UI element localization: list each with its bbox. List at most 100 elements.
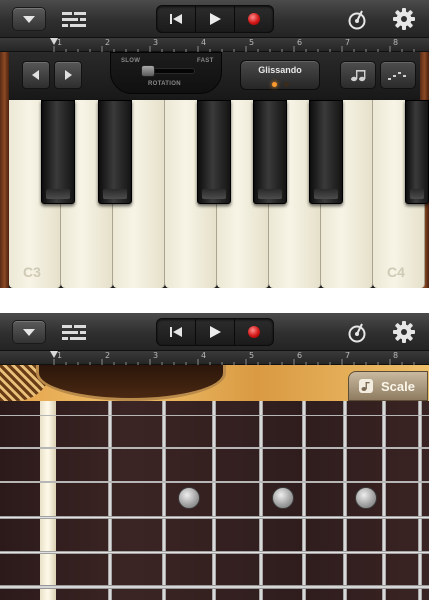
fret (418, 401, 422, 600)
fret-inlay-7 (355, 487, 377, 509)
guitar-string-1[interactable] (0, 415, 429, 416)
tracks-view-button[interactable] (60, 321, 88, 343)
glissando-label: Glissando (258, 65, 302, 75)
settings-button[interactable] (392, 320, 416, 344)
ruler-mark: 2 (105, 351, 111, 360)
fret (162, 401, 166, 600)
rotation-switch[interactable] (141, 65, 155, 77)
glissando-led-off (284, 82, 289, 87)
keyboard-controls: SLOW FAST ROTATION Glissando (0, 52, 429, 100)
ruler-ticks (50, 38, 415, 52)
rotation-speed-control: SLOW FAST ROTATION (110, 52, 222, 94)
tracks-view-button[interactable] (60, 8, 88, 30)
eighth-note-icon (351, 70, 366, 82)
rotation-slow-label: SLOW (121, 58, 141, 64)
glissando-button[interactable]: Glissando (240, 60, 320, 90)
octave-up-button[interactable] (54, 61, 82, 89)
keyboard-cheek-left (0, 52, 9, 288)
transport-controls (156, 318, 274, 346)
rewind-icon (170, 327, 182, 337)
fret-inlay-5 (272, 487, 294, 509)
rewind-button[interactable] (157, 6, 196, 32)
scale-button[interactable]: Scale (348, 371, 428, 401)
guitar-string-4[interactable] (0, 516, 429, 519)
play-icon (210, 326, 221, 338)
tracks-list-icon (62, 325, 86, 340)
key-label-c4: C4 (387, 264, 405, 280)
metronome-icon (348, 10, 366, 30)
black-key-a-sharp3[interactable] (309, 100, 343, 204)
fret-inlay-3 (178, 487, 200, 509)
tracks-list-icon (62, 12, 86, 27)
black-key-g-sharp3[interactable] (253, 100, 287, 204)
rotation-label: ROTATION (148, 81, 181, 87)
metronome-button[interactable] (346, 321, 368, 343)
arpeggiator-button[interactable] (380, 61, 416, 89)
key-label-c3: C3 (23, 264, 41, 280)
fret (108, 401, 112, 600)
black-key-d-sharp3[interactable] (98, 100, 132, 204)
guitar-string-2[interactable] (0, 447, 429, 449)
record-button[interactable] (235, 6, 273, 32)
ruler-mark: 3 (153, 351, 159, 360)
ruler-mark: 7 (345, 351, 351, 360)
left-arrow-icon (32, 70, 39, 80)
guitar-string-3[interactable] (0, 481, 429, 483)
transport-controls (156, 5, 274, 33)
guitar-nut (40, 401, 56, 600)
black-key-c-sharp3[interactable] (41, 100, 75, 204)
play-button[interactable] (196, 319, 235, 345)
metronome-icon (348, 323, 366, 343)
fret (343, 401, 347, 600)
octave-down-button[interactable] (22, 61, 50, 89)
gear-icon (393, 8, 415, 30)
record-icon (248, 326, 260, 338)
scale-label: Scale (381, 378, 415, 394)
play-icon (210, 13, 221, 25)
gear-icon (393, 321, 415, 343)
ruler-mark: 3 (153, 38, 159, 47)
rewind-button[interactable] (157, 319, 196, 345)
down-triangle-icon (23, 328, 35, 336)
menu-button[interactable] (12, 7, 46, 31)
piano-keyboard: C3 C4 (9, 100, 429, 288)
toolbar (0, 0, 429, 38)
ruler-mark: 8 (393, 38, 399, 47)
guitar-string-5[interactable] (0, 551, 429, 554)
black-key-c-sharp4[interactable] (405, 100, 429, 204)
ruler-mark: 2 (105, 38, 111, 47)
arpeggio-icon (388, 72, 406, 80)
glissando-led-on (272, 82, 277, 87)
down-triangle-icon (23, 15, 35, 23)
timeline-ruler[interactable]: 1 2 3 4 5 6 7 8 (0, 38, 429, 52)
ruler-mark: 8 (393, 351, 399, 360)
record-icon (248, 13, 260, 25)
ruler-mark: 6 (297, 351, 303, 360)
black-key-f-sharp3[interactable] (197, 100, 231, 204)
record-button[interactable] (235, 319, 273, 345)
ruler-mark: 5 (249, 38, 255, 47)
settings-button[interactable] (392, 7, 416, 31)
timeline-ruler[interactable]: 1 2 3 4 5 6 7 8 (0, 351, 429, 365)
metronome-button[interactable] (346, 8, 368, 30)
rewind-icon (170, 14, 182, 24)
ruler-ticks (50, 351, 415, 365)
music-note-icon (359, 379, 373, 393)
note-length-button[interactable] (340, 61, 376, 89)
ruler-mark: 4 (201, 38, 207, 47)
ruler-mark: 1 (57, 38, 63, 47)
keyboard-instrument-view: 1 2 3 4 5 6 7 8 SLOW FAST ROTATION Gliss… (0, 0, 429, 288)
ruler-mark: 5 (249, 351, 255, 360)
fret (382, 401, 386, 600)
ruler-mark: 6 (297, 38, 303, 47)
right-arrow-icon (65, 70, 72, 80)
menu-button[interactable] (12, 320, 46, 344)
ruler-mark: 4 (201, 351, 207, 360)
fret (302, 401, 306, 600)
ruler-mark: 7 (345, 38, 351, 47)
guitar-fretboard[interactable] (0, 401, 429, 600)
ruler-mark: 1 (57, 351, 63, 360)
rotation-fast-label: FAST (197, 58, 214, 64)
guitar-string-6[interactable] (0, 585, 429, 589)
play-button[interactable] (196, 6, 235, 32)
